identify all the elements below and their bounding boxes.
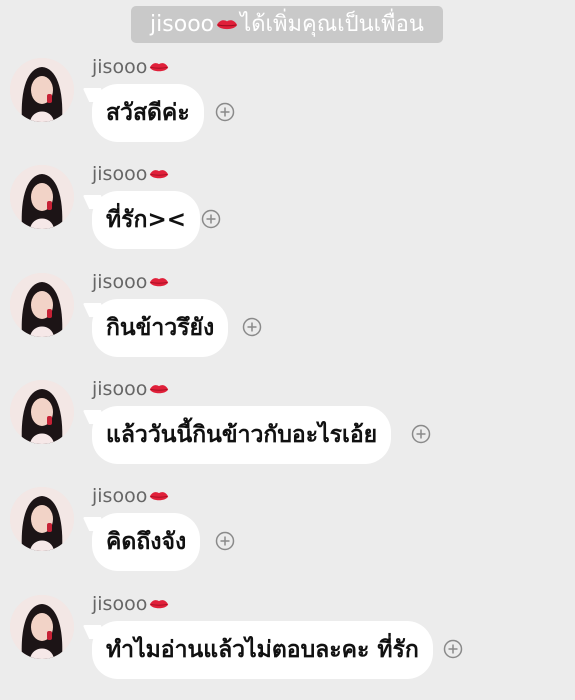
avatar-photo	[10, 165, 74, 229]
sender-name: jisooo	[92, 271, 171, 293]
message-bubble[interactable]: กินข้าวรึยัง	[92, 299, 229, 357]
kiss-lips-icon	[150, 63, 169, 72]
sender-name: jisooo	[92, 378, 171, 400]
notice-sender-name: jisooo	[150, 12, 215, 37]
chat-message: jisooo กินข้าวรึยัง	[0, 271, 575, 373]
avatar[interactable]	[10, 165, 74, 229]
sender-name: jisooo	[92, 485, 171, 507]
avatar[interactable]	[10, 487, 74, 551]
add-reaction-icon[interactable]	[242, 317, 262, 337]
add-reaction-icon[interactable]	[201, 209, 221, 229]
message-bubble[interactable]: คิดถึงจัง	[92, 513, 201, 571]
sender-label: jisooo	[92, 56, 148, 78]
avatar-photo	[10, 487, 74, 551]
sender-name: jisooo	[92, 593, 171, 615]
avatar[interactable]	[10, 380, 74, 444]
sender-name: jisooo	[92, 56, 171, 78]
kiss-lips-icon	[150, 170, 169, 179]
message-bubble[interactable]: สวัสดีค่ะ	[92, 84, 204, 142]
avatar-photo	[10, 58, 74, 122]
chat-message: jisooo สวัสดีค่ะ	[0, 56, 575, 158]
chat-message: jisooo ทำไมอ่านแล้วไม่ตอบละคะ ที่รัก	[0, 593, 575, 695]
add-reaction-icon[interactable]	[215, 531, 235, 551]
kiss-lips-icon	[150, 385, 169, 394]
avatar-photo	[10, 273, 74, 337]
notice-text: ได้เพิ่มคุณเป็นเพื่อน	[240, 12, 424, 37]
add-reaction-icon[interactable]	[411, 424, 431, 444]
chat-message: jisooo ที่รัก><	[0, 163, 575, 265]
kiss-lips-icon	[150, 492, 169, 501]
system-notice: jisooo ได้เพิ่มคุณเป็นเพื่อน	[131, 6, 443, 43]
kiss-lips-icon	[217, 20, 238, 30]
kiss-lips-icon	[150, 600, 169, 609]
add-reaction-icon[interactable]	[443, 639, 463, 659]
avatar[interactable]	[10, 58, 74, 122]
chat-message: jisooo แล้ววันนี้กินข้าวกับอะไรเอ้ย	[0, 378, 575, 480]
sender-label: jisooo	[92, 485, 148, 507]
sender-label: jisooo	[92, 378, 148, 400]
avatar[interactable]	[10, 595, 74, 659]
sender-label: jisooo	[92, 271, 148, 293]
avatar[interactable]	[10, 273, 74, 337]
avatar-photo	[10, 595, 74, 659]
sender-label: jisooo	[92, 593, 148, 615]
sender-name: jisooo	[92, 163, 171, 185]
kiss-lips-icon	[150, 278, 169, 287]
message-bubble[interactable]: แล้ววันนี้กินข้าวกับอะไรเอ้ย	[92, 406, 392, 464]
chat-message: jisooo คิดถึงจัง	[0, 485, 575, 587]
add-reaction-icon[interactable]	[215, 102, 235, 122]
message-bubble[interactable]: ทำไมอ่านแล้วไม่ตอบละคะ ที่รัก	[92, 621, 433, 679]
avatar-photo	[10, 380, 74, 444]
sender-label: jisooo	[92, 163, 148, 185]
message-bubble[interactable]: ที่รัก><	[92, 191, 200, 249]
